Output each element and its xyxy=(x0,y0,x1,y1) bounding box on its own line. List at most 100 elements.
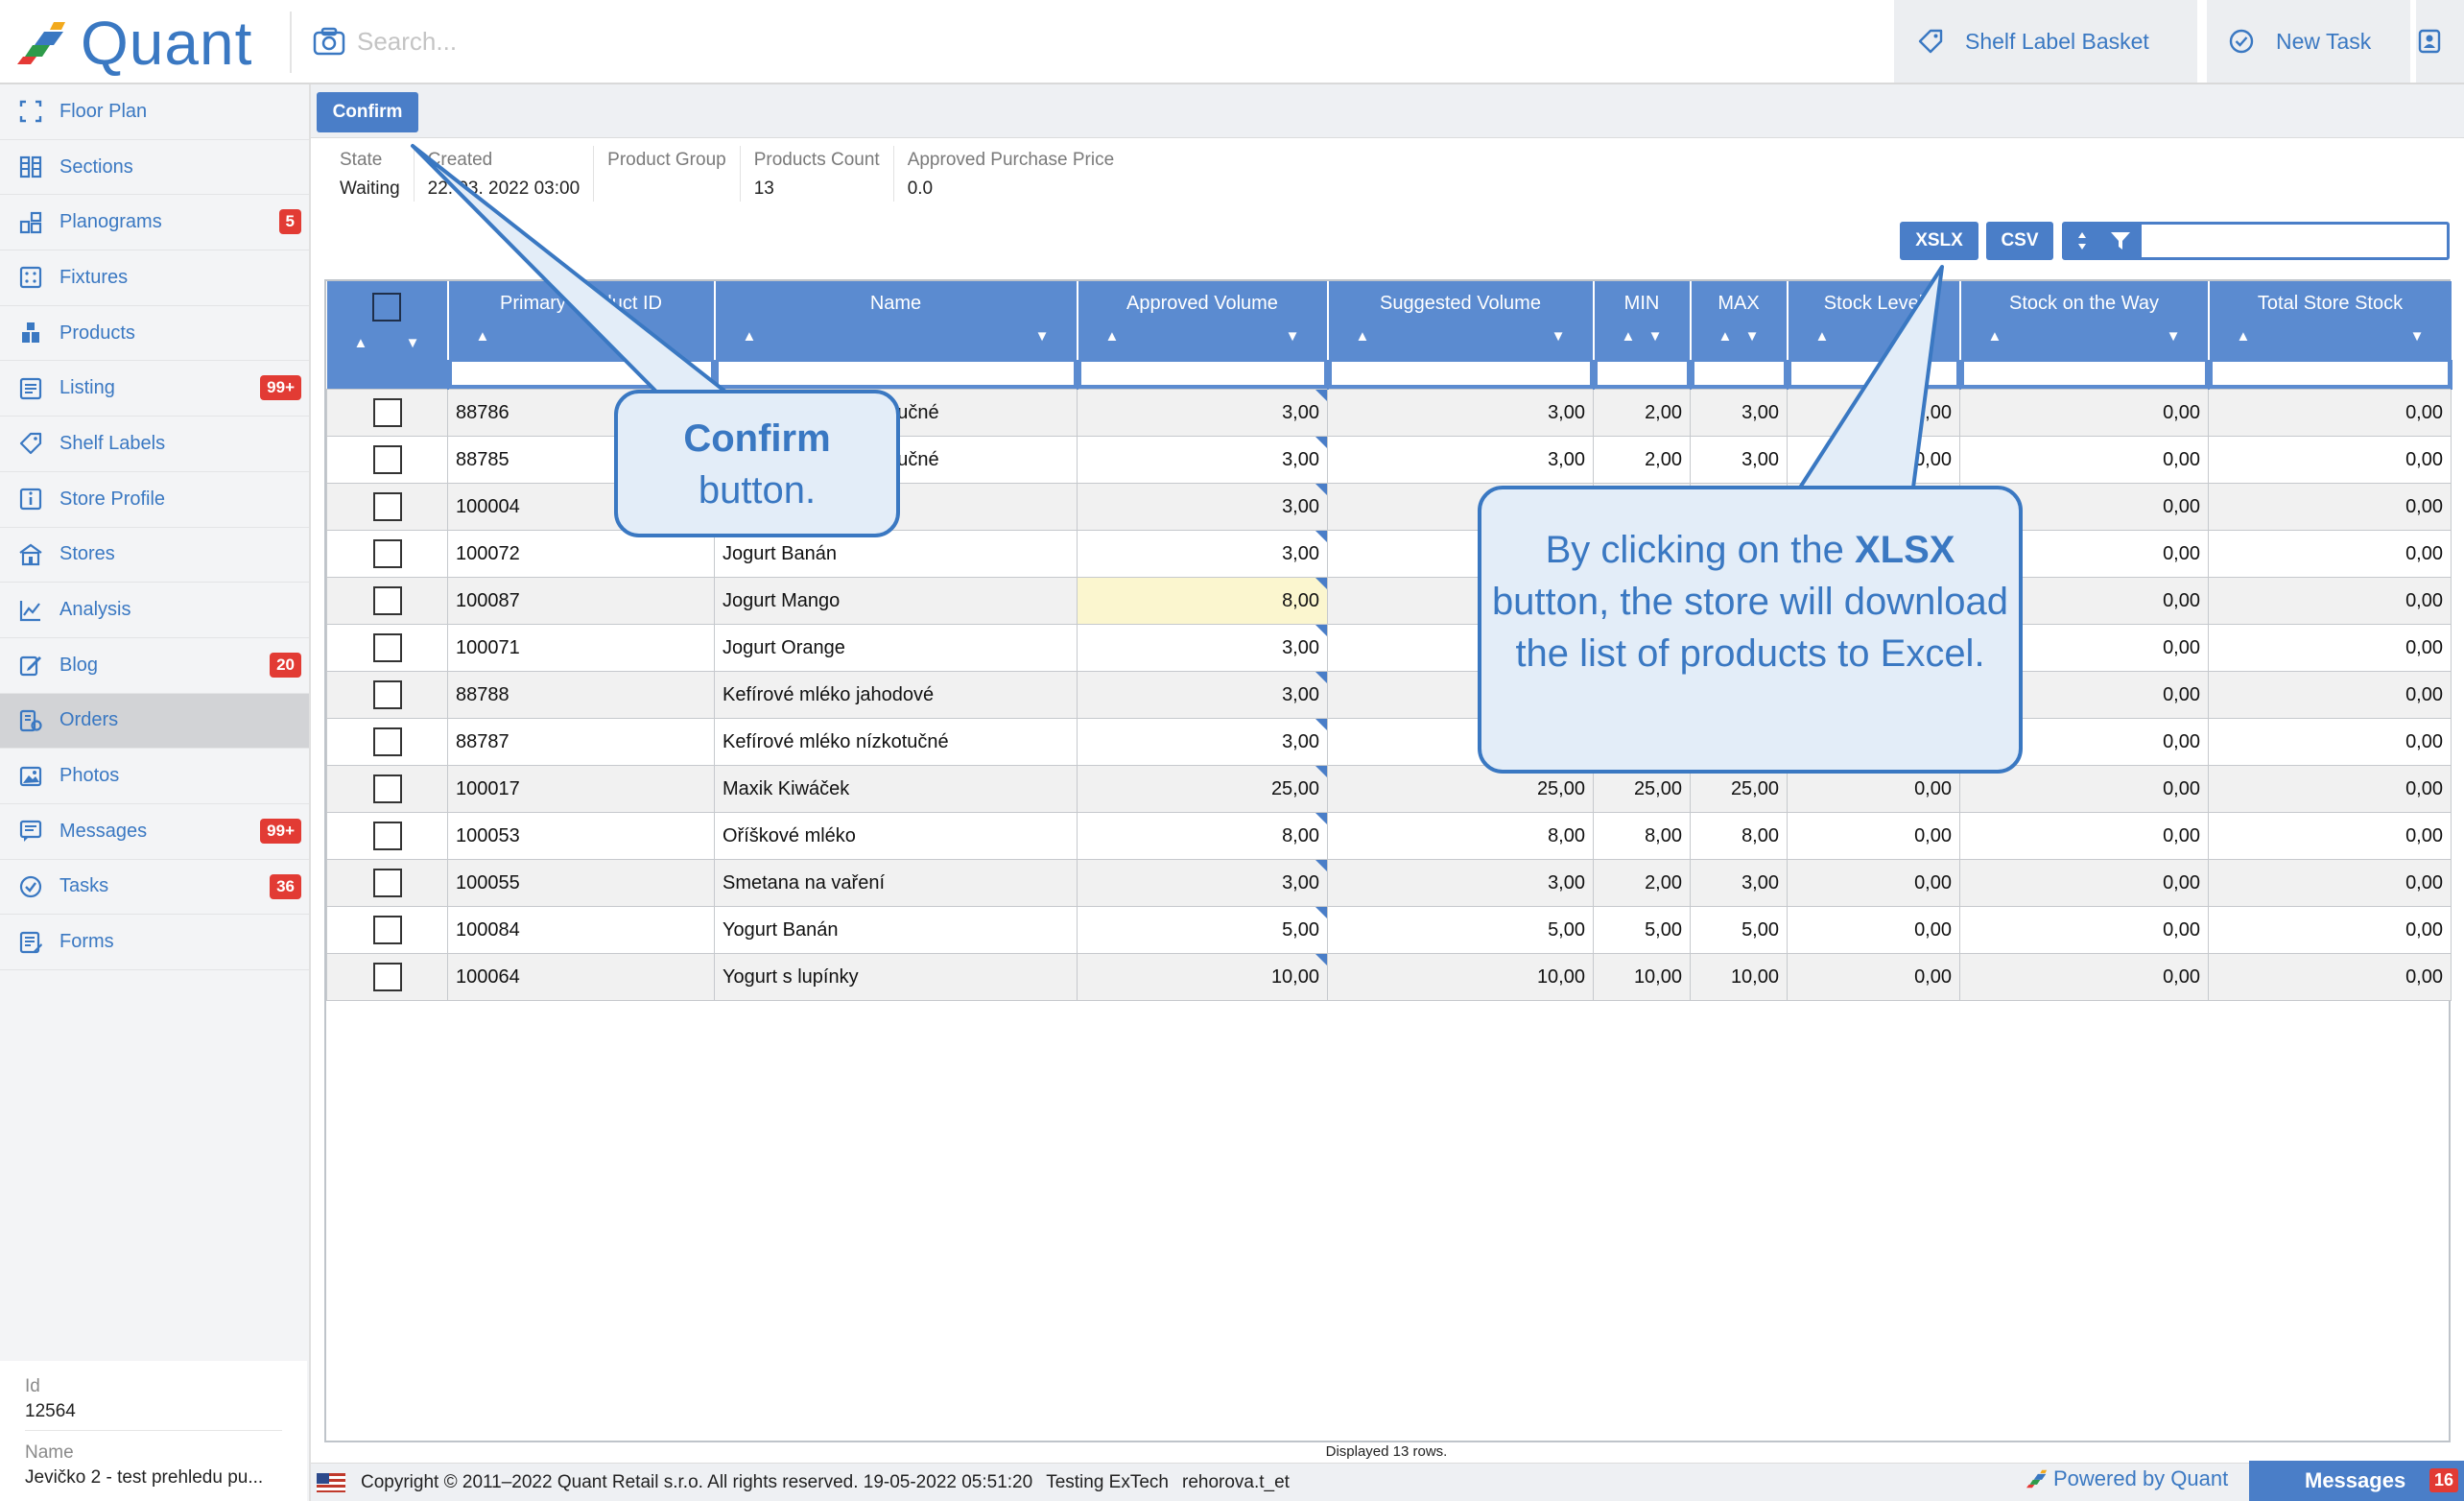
row-checkbox[interactable] xyxy=(372,963,402,991)
value-cell[interactable]: 8,00 xyxy=(1077,577,1328,625)
table-row[interactable]: 100071 Jogurt Orange 3,00 0,00 0,00 xyxy=(326,624,2452,672)
sidebar-item-shelf-labels[interactable]: Shelf Labels xyxy=(0,417,309,472)
column-filter-cell[interactable] xyxy=(1593,360,1692,390)
row-select-cell[interactable] xyxy=(326,812,448,860)
sort-ascending-icon[interactable]: ▲ xyxy=(1988,328,2002,345)
table-row[interactable]: 100053 Oříškové mléko 8,00 8,00 8,00 8,00 0,00… xyxy=(326,812,2452,860)
row-checkbox[interactable] xyxy=(372,727,402,756)
sort-descending-icon[interactable]: ▼ xyxy=(1648,328,1663,345)
sidebar-item-tasks[interactable]: Tasks 36 xyxy=(0,860,309,916)
camera-icon[interactable] xyxy=(313,27,345,56)
column-header-primary-product-id[interactable]: Primary Product ID ▲ xyxy=(447,281,716,360)
value-cell[interactable]: 3,00 xyxy=(1077,436,1328,484)
sort-arrows-icon[interactable] xyxy=(2076,230,2088,251)
column-header-suggested-volume[interactable]: Suggested Volume ▲ ▼ xyxy=(1327,281,1595,360)
filter-input[interactable] xyxy=(2142,225,2447,257)
column-filter-input[interactable] xyxy=(2212,362,2448,385)
value-cell[interactable]: 10,00 xyxy=(1077,953,1328,1001)
sidebar-item-listing[interactable]: Listing 99+ xyxy=(0,361,309,417)
sort-controls[interactable]: ▲ ▼ xyxy=(1692,328,1787,345)
column-filter-input[interactable] xyxy=(451,362,711,385)
sort-descending-icon[interactable]: ▼ xyxy=(406,335,420,351)
value-cell[interactable]: 3,00 xyxy=(1077,530,1328,578)
value-cell[interactable]: 3,00 xyxy=(1077,859,1328,907)
value-cell[interactable]: 3,00 xyxy=(1077,671,1328,719)
column-filter-input[interactable] xyxy=(1790,362,1956,385)
sort-descending-icon[interactable]: ▼ xyxy=(1552,328,1566,345)
xlsx-export-button[interactable]: XSLX xyxy=(1900,222,1978,260)
column-filter-input[interactable] xyxy=(1597,362,1687,385)
value-cell[interactable]: 3,00 xyxy=(1077,718,1328,766)
row-select-cell[interactable] xyxy=(326,671,448,719)
sidebar-item-products[interactable]: Products xyxy=(0,306,309,362)
sidebar-item-orders[interactable]: Orders xyxy=(0,693,309,750)
sort-controls[interactable]: ▲ ▼ xyxy=(716,328,1077,345)
row-select-cell[interactable] xyxy=(326,436,448,484)
us-flag-icon[interactable] xyxy=(317,1472,345,1492)
sort-controls[interactable]: ▲ ▼ xyxy=(1595,328,1690,345)
sort-controls[interactable]: ▲ ▼ xyxy=(1078,328,1327,345)
sort-ascending-icon[interactable]: ▲ xyxy=(743,328,757,345)
csv-export-button[interactable]: CSV xyxy=(1986,222,2053,260)
new-task-button[interactable]: New Task xyxy=(2207,0,2410,83)
value-cell[interactable]: 8,00 xyxy=(1077,812,1328,860)
column-filter-input[interactable] xyxy=(1080,362,1324,385)
sidebar-item-messages[interactable]: Messages 99+ xyxy=(0,804,309,860)
row-checkbox[interactable] xyxy=(372,916,402,944)
row-checkbox[interactable] xyxy=(372,539,402,568)
row-checkbox[interactable] xyxy=(372,822,402,850)
select-all-checkbox[interactable] xyxy=(372,293,401,322)
quant-logo[interactable]: Quant xyxy=(17,12,252,74)
sort-ascending-icon[interactable]: ▲ xyxy=(1356,328,1370,345)
column-header-stock-level[interactable]: Stock Level ▲ xyxy=(1787,281,1961,360)
column-filter-cell[interactable] xyxy=(1327,360,1595,390)
table-filter[interactable] xyxy=(2062,222,2450,260)
column-header-approved-volume[interactable]: Approved Volume ▲ ▼ xyxy=(1077,281,1329,360)
sort-controls[interactable]: ▲ xyxy=(1789,328,1959,345)
search-bar[interactable] xyxy=(313,17,888,65)
value-cell[interactable]: 5,00 xyxy=(1077,906,1328,954)
sidebar-item-forms[interactable]: Forms xyxy=(0,915,309,970)
value-cell[interactable]: 25,00 xyxy=(1077,765,1328,813)
sidebar-item-floor-plan[interactable]: Floor Plan xyxy=(0,84,309,140)
search-input[interactable] xyxy=(357,26,837,57)
row-select-cell[interactable] xyxy=(326,389,448,437)
column-filter-input[interactable] xyxy=(718,362,1074,385)
table-row[interactable]: 100087 Jogurt Mango 8,00 0,00 0,00 xyxy=(326,577,2452,625)
sort-ascending-icon[interactable]: ▲ xyxy=(476,328,490,345)
column-filter-cell[interactable] xyxy=(1787,360,1961,390)
confirm-button[interactable]: Confirm xyxy=(317,92,418,132)
messages-panel-button[interactable]: Messages 16 xyxy=(2249,1461,2464,1501)
sidebar-item-sections[interactable]: Sections xyxy=(0,140,309,196)
sort-descending-icon[interactable]: ▼ xyxy=(1035,328,1050,345)
table-row[interactable]: 100055 Smetana na vaření 3,00 3,00 2,00 3,00 0… xyxy=(326,859,2452,907)
sort-ascending-icon[interactable]: ▲ xyxy=(1105,328,1120,345)
sort-ascending-icon[interactable]: ▲ xyxy=(1718,328,1733,345)
column-filter-cell[interactable] xyxy=(1959,360,2210,390)
sort-controls[interactable]: ▲ xyxy=(449,328,714,345)
row-checkbox[interactable] xyxy=(372,869,402,897)
row-checkbox[interactable] xyxy=(372,398,402,427)
row-checkbox[interactable] xyxy=(372,680,402,709)
row-checkbox[interactable] xyxy=(372,445,402,474)
row-checkbox[interactable] xyxy=(372,774,402,803)
table-row[interactable]: 100084 Yogurt Banán 5,00 5,00 5,00 5,00 0,00 0,… xyxy=(326,906,2452,954)
column-filter-input[interactable] xyxy=(1963,362,2205,385)
table-row[interactable]: 88788 Kefírové mléko jahodové 3,00 0,00 0,00 xyxy=(326,671,2452,719)
user-profile-button[interactable] xyxy=(2416,0,2464,83)
column-header-max[interactable]: MAX ▲ ▼ xyxy=(1690,281,1789,360)
row-select-cell[interactable] xyxy=(326,624,448,672)
column-filter-cell[interactable] xyxy=(447,360,716,390)
sort-controls[interactable]: ▲ ▼ xyxy=(327,335,447,351)
column-header-min[interactable]: MIN ▲ ▼ xyxy=(1593,281,1692,360)
sort-descending-icon[interactable]: ▼ xyxy=(2410,328,2425,345)
column-header-name[interactable]: Name ▲ ▼ xyxy=(714,281,1078,360)
table-row[interactable]: 100017 Maxik Kiwáček 25,00 25,00 25,00 25,00 0… xyxy=(326,765,2452,813)
column-filter-cell[interactable] xyxy=(714,360,1078,390)
sort-controls[interactable]: ▲ ▼ xyxy=(1329,328,1593,345)
table-row[interactable]: 100064 Yogurt s lupínky 10,00 10,00 10,00 10,… xyxy=(326,953,2452,1001)
row-select-cell[interactable] xyxy=(326,577,448,625)
sort-controls[interactable]: ▲ ▼ xyxy=(2210,328,2452,345)
sidebar-item-store-profile[interactable]: Store Profile xyxy=(0,472,309,528)
shelf-label-basket-button[interactable]: Shelf Label Basket xyxy=(1894,0,2197,83)
